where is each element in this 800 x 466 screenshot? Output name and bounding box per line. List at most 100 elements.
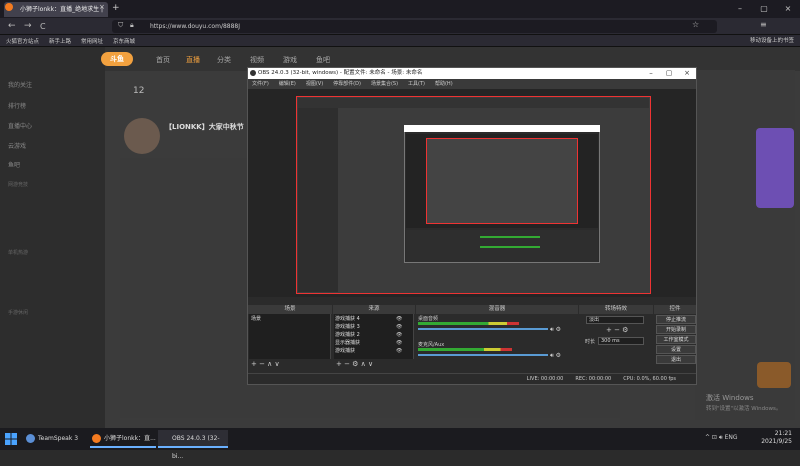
bookmark-item[interactable]: 火狐官方站点 (6, 37, 39, 45)
source-item[interactable]: 显示器捕获 (335, 339, 360, 346)
speaker-icon[interactable]: 🔊︎ ⚙ (550, 326, 561, 334)
obs-menu-item[interactable]: 文件(F) (252, 79, 269, 89)
bookmark-star-icon[interactable]: ☆ (692, 20, 699, 29)
tab-title: 小狮子lonkk：直播_绝地求生 | (20, 6, 104, 13)
url-bar[interactable]: https://www.douyu.com/8888J (112, 20, 717, 33)
obs-menu-item[interactable]: 停靠部件(D) (333, 79, 361, 89)
event-banner[interactable] (756, 128, 794, 208)
game-badge[interactable] (757, 362, 791, 388)
forward-button[interactable]: → (24, 20, 32, 33)
streamer-title: 【LIONKK】大家中秋节 (165, 123, 244, 131)
source-item[interactable]: 游戏捕获 2 (335, 331, 360, 338)
back-button[interactable]: ← (8, 20, 16, 33)
minimize-icon[interactable]: – (728, 0, 752, 18)
mixer-label: 麦克风/Aux (418, 342, 445, 348)
clock[interactable]: 21:21 2021/9/25 (761, 430, 792, 446)
topnav-item[interactable]: 首页 (156, 55, 170, 65)
taskbar-obs[interactable]: OBS 24.0.3 (32-bi... (158, 430, 228, 460)
scene-item[interactable]: 场景 (251, 315, 261, 322)
exit-button[interactable]: 退出 (656, 355, 696, 364)
obs-menu-item[interactable]: 工具(T) (408, 79, 425, 89)
dock-header-controls: 控件 (654, 305, 696, 314)
streamer-avatar[interactable] (124, 118, 160, 154)
duration-input[interactable]: 300 ms (598, 337, 644, 345)
stop-streaming-button[interactable]: 停止推流 (656, 315, 696, 324)
dock-header-scenes: 场景 (248, 305, 332, 314)
speaker-icon[interactable]: 🔊︎ ⚙ (550, 352, 561, 360)
reload-button[interactable]: C (40, 20, 46, 33)
close-icon[interactable]: × (776, 0, 800, 18)
url-text: https://www.douyu.com/8888J (150, 23, 241, 30)
topnav-item[interactable]: 视频 (250, 55, 264, 65)
sidebar-item-cloud[interactable]: 云游戏 (8, 141, 26, 150)
topnav-item[interactable]: 分类 (217, 55, 231, 65)
dock-header-sources: 来源 (333, 305, 415, 314)
menu-icon[interactable]: ≡ (760, 20, 767, 29)
maximize-icon[interactable]: ▢ (752, 0, 776, 18)
nested-preview-frame (426, 138, 578, 224)
transition-add-icon[interactable]: + − ⚙ (606, 326, 628, 334)
new-tab-button[interactable]: + (112, 3, 120, 13)
language-indicator[interactable]: ENG (725, 434, 738, 441)
maximize-icon[interactable]: ▢ (660, 68, 678, 79)
source-item[interactable]: 游戏捕获 4 (335, 315, 360, 322)
clock-date: 2021/9/25 (761, 438, 792, 445)
lock-icon[interactable]: 🔒︎ (130, 21, 134, 30)
nested-meter (480, 246, 540, 248)
activate-windows-title: 激活 Windows (706, 394, 754, 402)
topnav-item[interactable]: 直播 (186, 55, 200, 65)
taskbar-teamspeak[interactable]: TeamSpeak 3 (24, 430, 86, 448)
obs-logo-icon (250, 70, 256, 76)
transition-select[interactable]: 淡出 (586, 316, 644, 324)
windows-start-icon[interactable] (5, 433, 17, 445)
topnav-item[interactable]: 游戏 (283, 55, 297, 65)
sidebar-item-follow[interactable]: 我的关注 (8, 80, 32, 89)
shield-icon[interactable]: ⛉ (118, 21, 123, 30)
obs-menu-item[interactable]: 编辑(E) (279, 79, 296, 89)
sidebar-item-yuba[interactable]: 鱼吧 (8, 160, 20, 169)
tray-icons[interactable]: ^ ⊡ 🔊︎ ENG (705, 434, 738, 442)
sidebar-group[interactable]: 手游休闲 (8, 309, 28, 316)
browser-window-controls: – ▢ × (728, 0, 800, 18)
status-rec: REC: 00:00:00 (575, 376, 612, 382)
clock-time: 21:21 (774, 430, 792, 437)
visibility-eye-icon[interactable]: 👁︎ 👁︎ 👁︎ 👁︎ 👁︎ (396, 315, 402, 355)
minimize-icon[interactable]: – (642, 68, 660, 79)
browser-tab[interactable]: 小狮子lonkk：直播_绝地求生 | (4, 2, 108, 17)
sidebar-item-rank[interactable]: 排行榜 (8, 101, 26, 110)
scene-list[interactable] (249, 314, 331, 359)
obs-menu-item[interactable]: 场景集合(S) (371, 79, 398, 89)
preview-sidebar (298, 108, 338, 292)
status-live: LIVE: 00:00:00 (526, 376, 564, 382)
taskbar-firefox[interactable]: 小狮子lonkk：直... (90, 430, 156, 448)
settings-button[interactable]: 设置 (656, 345, 696, 354)
bookmark-item[interactable]: 京东商城 (113, 37, 135, 45)
status-cpu: CPU: 0.0%, 60.00 fps (623, 376, 676, 382)
sidebar-group[interactable]: 网游竞技 (8, 181, 28, 188)
obs-menu-item[interactable]: 视图(V) (306, 79, 323, 89)
close-icon[interactable]: × (678, 68, 696, 79)
source-item[interactable]: 游戏捕获 3 (335, 323, 360, 330)
bookmarks-bar: 火狐官方站点 新手上路 常用网址 京东商城 (0, 35, 800, 47)
scene-add-icon[interactable]: + − ∧ ∨ (251, 360, 280, 368)
mixer-label: 桌面音频 (418, 316, 439, 322)
volume-slider[interactable] (418, 354, 548, 356)
sidebar-item-center[interactable]: 直播中心 (8, 121, 32, 130)
source-item[interactable]: 游戏捕获 (335, 347, 355, 354)
obs-menu-item[interactable]: 帮助(H) (435, 79, 453, 89)
start-recording-button[interactable]: 开始录制 (656, 325, 696, 334)
tab-close-icon[interactable]: × (99, 3, 797, 11)
obs-window-controls: – ▢ × (642, 68, 696, 79)
obs-status-bar: LIVE: 00:00:00 REC: 00:00:00 CPU: 0.0%, … (248, 373, 696, 383)
transition-name: 淡出 (589, 317, 600, 323)
bookmark-item[interactable]: 新手上路 (49, 37, 71, 45)
source-add-icon[interactable]: + − ⚙ ∧ ∨ (336, 360, 373, 368)
mobile-bookmarks[interactable]: 移动设备上的书签 (750, 36, 794, 44)
volume-slider[interactable] (418, 328, 548, 330)
douyu-logo[interactable]: 斗鱼 (101, 52, 133, 66)
studio-mode-button[interactable]: 工作室模式 (656, 335, 696, 344)
sidebar-group[interactable]: 单机热游 (8, 249, 28, 256)
topnav-item[interactable]: 鱼吧 (316, 55, 330, 65)
duration-value: 300 ms (601, 338, 620, 344)
bookmark-item[interactable]: 常用网址 (81, 37, 103, 45)
